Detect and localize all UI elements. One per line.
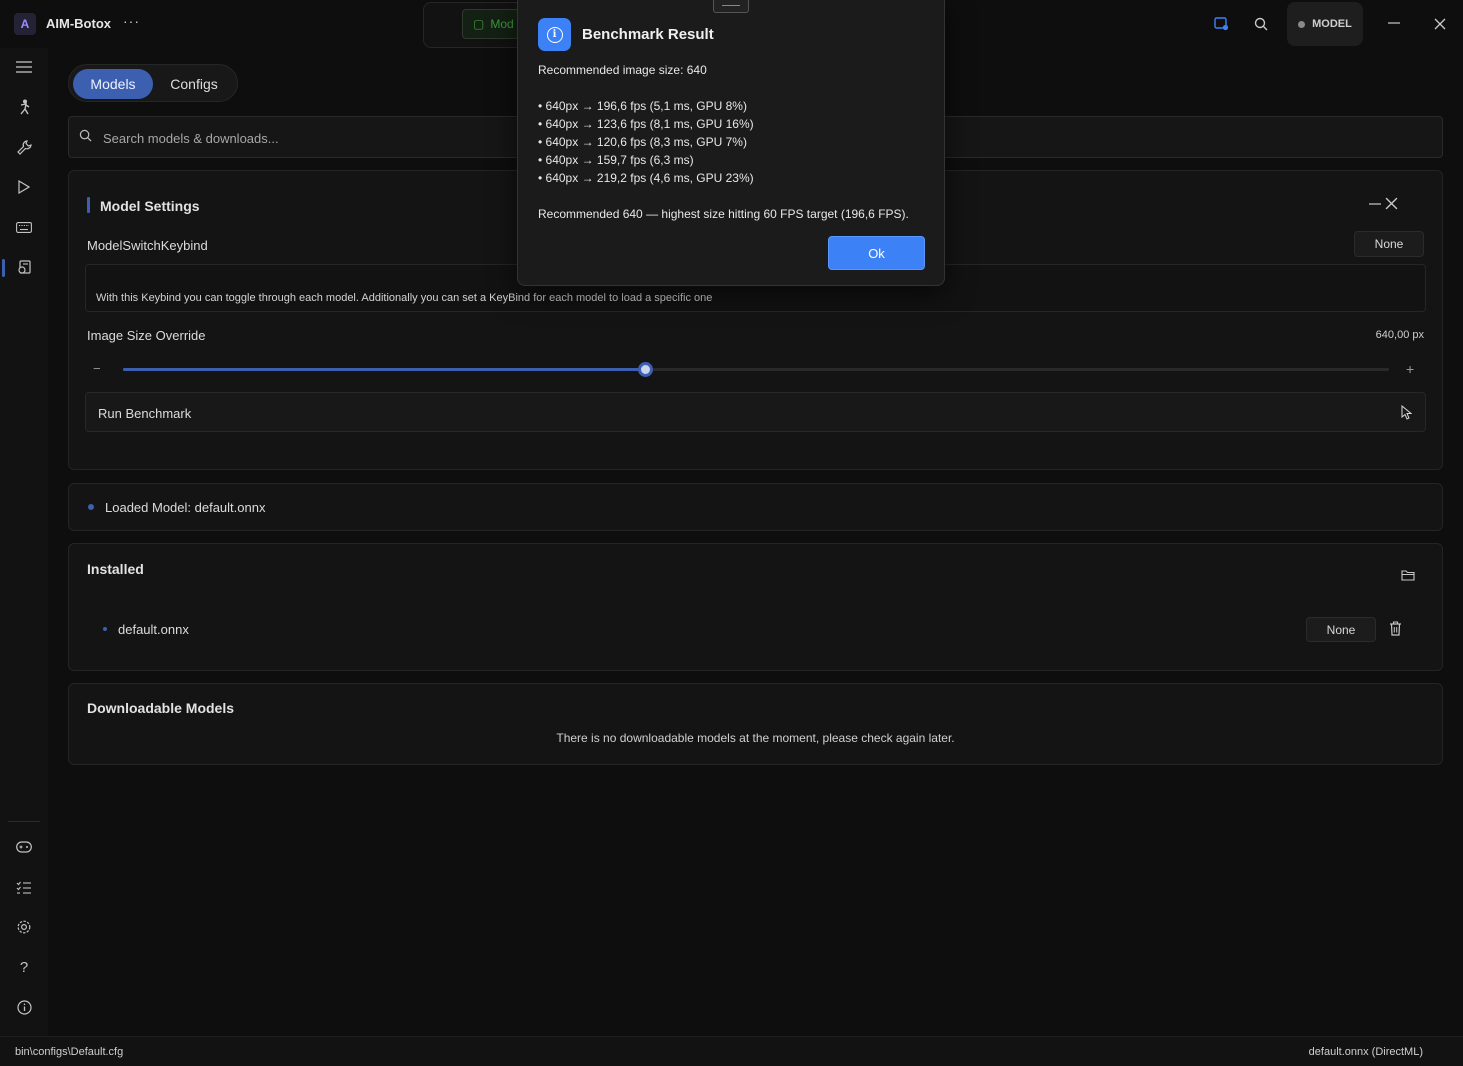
keyboard-icon[interactable] bbox=[8, 212, 40, 242]
slider-increment-button[interactable]: + bbox=[1406, 361, 1414, 377]
installed-card bbox=[68, 543, 1443, 671]
info-icon[interactable] bbox=[8, 992, 40, 1022]
image-size-label: Image Size Override bbox=[87, 328, 206, 343]
loaded-model-card bbox=[68, 483, 1443, 531]
monitor-icon: ▢ bbox=[473, 17, 485, 31]
close-card-icon[interactable] bbox=[1385, 197, 1399, 211]
run-benchmark-label: Run Benchmark bbox=[98, 406, 192, 421]
keybind-button[interactable]: None bbox=[1354, 231, 1424, 257]
keybind-help-text: With this Keybind you can toggle through… bbox=[96, 292, 713, 304]
benchmark-result-line: • 640px → 196,6 fps (5,1 ms, GPU 8%) bbox=[538, 99, 747, 113]
slider-decrement-button[interactable]: − bbox=[93, 361, 101, 376]
sidebar: ? bbox=[0, 48, 48, 1036]
trash-icon[interactable] bbox=[1389, 621, 1402, 639]
downloadable-card bbox=[68, 683, 1443, 765]
benchmark-result-line: • 640px → 219,2 fps (4,6 ms, GPU 23%) bbox=[538, 171, 754, 185]
model-status-chip[interactable]: MODEL bbox=[1287, 2, 1363, 46]
gamepad-icon[interactable] bbox=[8, 832, 40, 862]
tab-configs[interactable]: Configs bbox=[159, 69, 229, 99]
dialog-recommended-size: Recommended image size: 640 bbox=[538, 63, 707, 77]
installed-model-keybind-button[interactable]: None bbox=[1306, 617, 1376, 642]
image-size-slider[interactable] bbox=[123, 362, 1389, 377]
play-icon[interactable] bbox=[8, 172, 40, 202]
cursor-icon bbox=[1401, 404, 1413, 423]
search-icon[interactable] bbox=[1250, 14, 1272, 34]
status-dot bbox=[1298, 20, 1306, 28]
info-icon: i bbox=[538, 18, 571, 51]
app-logo: A bbox=[14, 13, 36, 35]
benchmark-result-line: • 640px → 120,6 fps (8,3 ms, GPU 7%) bbox=[538, 135, 747, 149]
installed-title: Installed bbox=[87, 561, 144, 577]
list-item-bullet bbox=[103, 627, 107, 631]
installed-model-name: default.onnx bbox=[118, 622, 189, 637]
status-bar: bin\configs\Default.cfg default.onnx (Di… bbox=[0, 1036, 1463, 1066]
benchmark-result-line: • 640px → 159,7 fps (6,3 ms) bbox=[538, 153, 694, 167]
folder-icon[interactable] bbox=[1401, 569, 1415, 584]
checklist-icon[interactable] bbox=[8, 872, 40, 902]
downloadable-empty-text: There is no downloadable models at the m… bbox=[556, 731, 955, 745]
section-accent bbox=[87, 197, 90, 213]
model-settings-title: Model Settings bbox=[100, 198, 200, 214]
wrench-icon[interactable] bbox=[8, 132, 40, 162]
search-icon bbox=[79, 129, 92, 145]
window-icon[interactable] bbox=[1210, 14, 1232, 34]
image-size-value: 640,00 px bbox=[1375, 329, 1424, 341]
keybind-label: ModelSwitchKeybind bbox=[87, 238, 208, 253]
aim-icon[interactable] bbox=[8, 92, 40, 122]
minimize-icon[interactable] bbox=[1383, 12, 1405, 34]
help-icon[interactable]: ? bbox=[8, 952, 40, 982]
active-model-status: default.onnx (DirectML) bbox=[1308, 1046, 1423, 1058]
dialog-title: Benchmark Result bbox=[582, 26, 714, 43]
ok-button[interactable]: Ok bbox=[828, 236, 925, 270]
benchmark-result-dialog: i Benchmark Result Recommended image siz… bbox=[517, 0, 945, 286]
slider-thumb[interactable] bbox=[637, 362, 653, 377]
more-menu-button[interactable]: ··· bbox=[123, 13, 140, 29]
menu-icon[interactable] bbox=[8, 52, 40, 82]
tab-bar: Models Configs bbox=[68, 64, 238, 102]
dialog-drag-handle[interactable] bbox=[713, 0, 749, 13]
collapse-icon[interactable] bbox=[1369, 198, 1383, 210]
loaded-status-dot bbox=[88, 504, 94, 510]
active-nav-indicator bbox=[2, 259, 5, 277]
downloadable-title: Downloadable Models bbox=[87, 700, 235, 716]
gear-icon[interactable] bbox=[8, 912, 40, 942]
loaded-model-text: Loaded Model: default.onnx bbox=[105, 500, 266, 515]
benchmark-result-line: • 640px → 123,6 fps (8,1 ms, GPU 16%) bbox=[538, 117, 754, 131]
run-benchmark-button[interactable]: Run Benchmark bbox=[85, 392, 1426, 432]
config-path: bin\configs\Default.cfg bbox=[15, 1046, 124, 1058]
model-icon[interactable] bbox=[8, 252, 40, 282]
app-title: AIM-Botox bbox=[46, 16, 111, 31]
tab-models[interactable]: Models bbox=[73, 69, 153, 99]
sidebar-divider bbox=[8, 821, 40, 822]
close-icon[interactable] bbox=[1429, 13, 1451, 35]
slider-fill bbox=[123, 368, 645, 371]
dialog-summary: Recommended 640 — highest size hitting 6… bbox=[538, 207, 909, 221]
